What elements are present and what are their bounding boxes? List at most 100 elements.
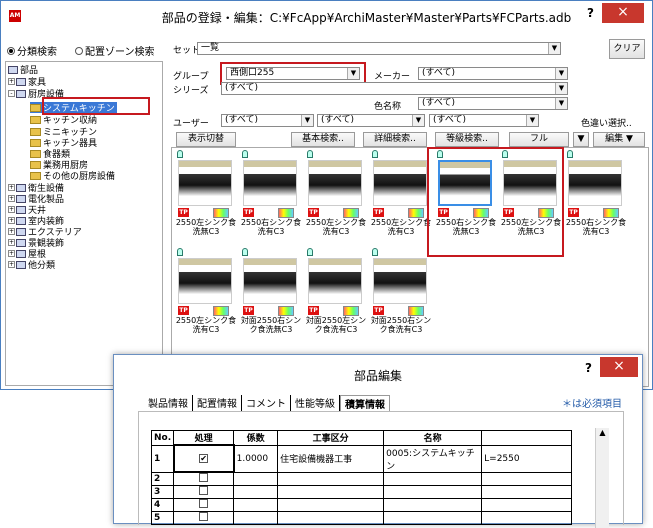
expand-icon: + — [8, 261, 15, 268]
tab-comment[interactable]: コメント — [242, 395, 291, 411]
process-checkbox[interactable] — [173, 471, 235, 486]
material-icon — [603, 208, 619, 218]
zone-search-radio[interactable]: 配置ゾーン検索 — [75, 43, 155, 58]
material-icon — [343, 208, 359, 218]
scrollbar[interactable]: ▲ — [595, 428, 609, 528]
series-combo[interactable]: (すべて) ▼ — [221, 82, 568, 95]
part-image — [178, 258, 232, 304]
user-combo-2[interactable]: (すべて) ▼ — [317, 114, 425, 127]
category-icon — [16, 194, 26, 203]
category-search-radio[interactable]: 分類検索 — [7, 43, 57, 58]
help-button[interactable]: ? — [587, 6, 594, 20]
col-kubun: 工事区分 — [277, 430, 385, 446]
user-combo[interactable]: (すべて) ▼ — [221, 114, 314, 127]
tree-item[interactable]: + 他分類 — [8, 259, 55, 271]
tab-estimate-info[interactable]: 積算情報 — [340, 395, 390, 411]
basic-search-button[interactable]: 基本検索.. — [291, 132, 355, 147]
tp-badge-icon: TP — [243, 306, 254, 315]
part-thumbnail[interactable]: TP 2550左シンク食洗有C3 — [370, 150, 432, 238]
part-thumbnail[interactable]: TP 対面2550右シンク食洗有C3 — [370, 248, 432, 336]
parts-highlight — [427, 147, 564, 257]
folder-icon — [30, 115, 41, 124]
estimate-panel: No. 処理 係数 工事区分 名称 1 ✔ 1.0000 住宅設備機器工事 00… — [138, 411, 624, 528]
grade-search-button[interactable]: 等級検索.. — [435, 132, 499, 147]
material-icon — [408, 208, 424, 218]
table-row[interactable]: 2 — [150, 471, 573, 486]
tp-badge-icon: TP — [373, 208, 384, 217]
folder-icon — [30, 149, 41, 158]
process-checkbox[interactable] — [173, 485, 235, 499]
part-caption: 2550右シンク食洗有C3 — [565, 218, 627, 236]
material-icon — [408, 306, 424, 316]
process-checkbox[interactable] — [173, 511, 235, 525]
tree-item[interactable]: キッチン収納 — [30, 114, 97, 126]
full-dropdown-icon[interactable]: ▼ — [573, 132, 589, 147]
part-thumbnail[interactable]: TP 2550左シンク食洗有C3 — [305, 150, 367, 238]
category-icon — [16, 77, 26, 86]
dialog-title: 部品編集 — [353, 369, 402, 383]
dropdown-arrow-icon: ▼ — [548, 43, 560, 54]
detail-search-button[interactable]: 詳細検索.. — [363, 132, 427, 147]
tree-item[interactable]: + 家具 — [8, 76, 46, 88]
table-row[interactable]: 3 — [150, 485, 573, 499]
col-name: 名称 — [383, 430, 483, 446]
lock-icon — [242, 150, 248, 158]
col-coef: 係数 — [233, 430, 279, 446]
part-caption: 対面2550左シンク食洗有C3 — [305, 316, 367, 334]
color-combo[interactable]: (すべて) ▼ — [418, 97, 568, 110]
close-button[interactable]: × — [602, 3, 644, 23]
dropdown-arrow-icon: ▼ — [526, 115, 538, 126]
tree-root[interactable]: 部品 — [8, 64, 38, 76]
tab-product-info[interactable]: 製品情報 — [144, 395, 193, 411]
folder-icon — [30, 171, 41, 180]
clear-button[interactable]: クリア — [609, 39, 645, 59]
part-thumbnail[interactable]: TP 2550右シンク食洗有C3 — [565, 150, 627, 238]
maker-label: メーカー — [374, 72, 411, 82]
material-icon — [213, 306, 229, 316]
parts-grid: TP 2550左シンク食洗無C3 TP 2550右シンク食洗有C3 TP 2550左シンク… — [171, 147, 649, 387]
tab-performance-grade[interactable]: 性能等級 — [291, 395, 340, 411]
col-process: 処理 — [173, 430, 235, 446]
lock-icon — [372, 248, 378, 256]
part-thumbnail[interactable]: TP 2550左シンク食洗有C3 — [175, 248, 237, 336]
window-title: 部品の登録・編集：C:¥FcApp¥ArchiMaster¥Master¥Par… — [161, 11, 572, 25]
dropdown-arrow-icon: ▼ — [555, 98, 567, 109]
full-button[interactable]: フル — [509, 132, 569, 147]
scroll-up-icon[interactable]: ▲ — [596, 428, 609, 437]
lock-icon — [242, 248, 248, 256]
dropdown-arrow-icon: ▼ — [301, 115, 313, 126]
table-row[interactable]: 1 ✔ 1.0000 住宅設備機器工事 0005:システムキッチン L=2550 — [150, 444, 573, 473]
set-combo[interactable]: 一覧 ▼ — [197, 42, 561, 55]
tab-placement-info[interactable]: 配置情報 — [193, 395, 242, 411]
maker-combo[interactable]: (すべて) ▼ — [418, 67, 568, 80]
folder-icon — [30, 138, 41, 147]
process-checkbox[interactable]: ✔ — [172, 444, 235, 473]
category-icon — [16, 89, 26, 98]
material-icon — [343, 306, 359, 316]
part-image — [308, 258, 362, 304]
part-thumbnail[interactable]: TP 2550左シンク食洗無C3 — [175, 150, 237, 238]
radio-dot-icon — [75, 46, 83, 55]
lock-icon — [177, 150, 183, 158]
display-switch-button[interactable]: 表示切替 — [176, 132, 236, 147]
part-thumbnail[interactable]: TP 2550右シンク食洗有C3 — [240, 150, 302, 238]
color-select-link[interactable]: 色違い選択.. — [581, 116, 632, 129]
part-image — [568, 160, 622, 206]
material-icon — [213, 208, 229, 218]
lock-icon — [372, 150, 378, 158]
table-row[interactable]: 5 — [150, 511, 573, 525]
part-thumbnail[interactable]: TP 対面2550左シンク食洗有C3 — [305, 248, 367, 336]
tp-badge-icon: TP — [568, 208, 579, 217]
col-no: No. — [150, 430, 175, 446]
dialog-close-button[interactable]: × — [600, 357, 638, 377]
user-combo-3[interactable]: (すべて) ▼ — [429, 114, 539, 127]
tree-item[interactable]: その他の厨房設備 — [30, 170, 115, 182]
process-checkbox[interactable] — [173, 498, 235, 512]
part-thumbnail[interactable]: TP 対面2550右シンク食洗無C3 — [240, 248, 302, 336]
edit-menu-button[interactable]: 編集 ▼ — [593, 132, 645, 147]
table-row[interactable]: 4 — [150, 498, 573, 512]
category-icon — [16, 183, 26, 192]
dialog-help-button[interactable]: ? — [585, 361, 592, 375]
part-image — [243, 258, 297, 304]
dropdown-arrow-icon: ▼ — [412, 115, 424, 126]
